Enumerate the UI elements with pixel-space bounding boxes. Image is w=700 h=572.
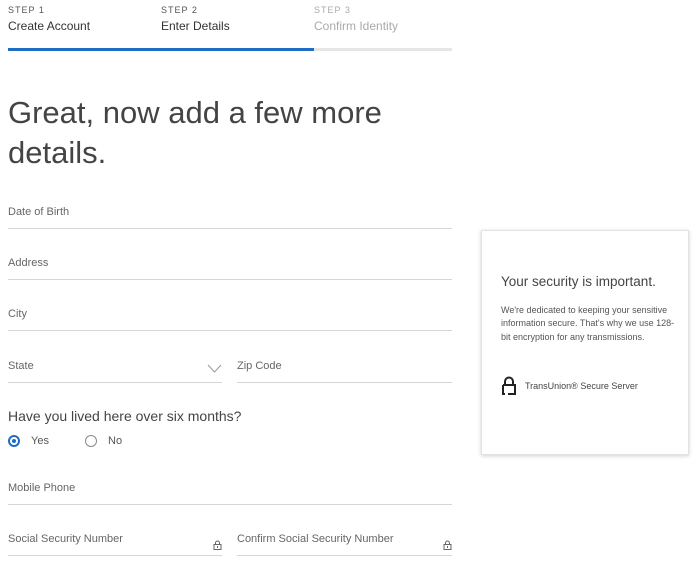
radio-yes[interactable]: Yes xyxy=(8,435,68,449)
step-number: STEP 1 xyxy=(8,5,45,15)
step-number: STEP 2 xyxy=(161,5,198,15)
step-label: Confirm Identity xyxy=(314,19,399,33)
security-card-title: Your security is important. xyxy=(501,274,656,289)
step-3: STEP 3 Confirm Identity xyxy=(314,5,398,33)
security-card: Your security is important. We're dedica… xyxy=(481,230,689,455)
security-card-body: We're dedicated to keeping your sensitiv… xyxy=(501,305,675,342)
progress-fill xyxy=(8,48,315,51)
ssn-label: Social Security Number xyxy=(8,533,123,545)
address-field[interactable]: Address xyxy=(8,251,452,280)
step-1: STEP 1 Create Account xyxy=(8,5,90,33)
city-label: City xyxy=(8,308,27,320)
address-label: Address xyxy=(8,257,49,269)
lock-icon xyxy=(443,537,452,555)
secure-server-label: TransUnion® Secure Server xyxy=(525,381,638,391)
radio-no-button[interactable] xyxy=(85,435,97,447)
step-number: STEP 3 xyxy=(314,5,351,15)
step-label: Enter Details xyxy=(161,19,230,33)
date-of-birth-label: Date of Birth xyxy=(8,206,70,218)
confirm-ssn-label: Confirm Social Security Number xyxy=(237,533,394,545)
zip-code-label: Zip Code xyxy=(237,360,282,372)
mobile-phone-field[interactable]: Mobile Phone xyxy=(8,476,452,505)
radio-no-label: No xyxy=(108,435,123,447)
zip-code-field[interactable]: Zip Code xyxy=(237,354,452,383)
confirm-ssn-field[interactable]: Confirm Social Security Number xyxy=(237,527,452,556)
step-2: STEP 2 Enter Details xyxy=(161,5,230,33)
ssn-field[interactable]: Social Security Number xyxy=(8,527,222,556)
lock-icon xyxy=(501,376,517,401)
radio-yes-label: Yes xyxy=(31,435,49,447)
mobile-phone-label: Mobile Phone xyxy=(8,482,76,494)
residency-question: Have you lived here over six months? xyxy=(8,408,242,424)
city-field[interactable]: City xyxy=(8,302,452,331)
page-title: Great, now add a few more details. xyxy=(8,95,382,170)
chevron-down-icon[interactable] xyxy=(207,360,222,378)
radio-yes-button[interactable] xyxy=(8,435,20,447)
step-label: Create Account xyxy=(8,19,91,33)
lock-icon xyxy=(213,537,222,555)
date-of-birth-field[interactable]: Date of Birth xyxy=(8,200,452,229)
radio-no[interactable]: No xyxy=(85,435,145,449)
progress-bar xyxy=(8,48,452,51)
state-label: State xyxy=(8,360,34,372)
state-select[interactable]: State xyxy=(8,354,222,383)
